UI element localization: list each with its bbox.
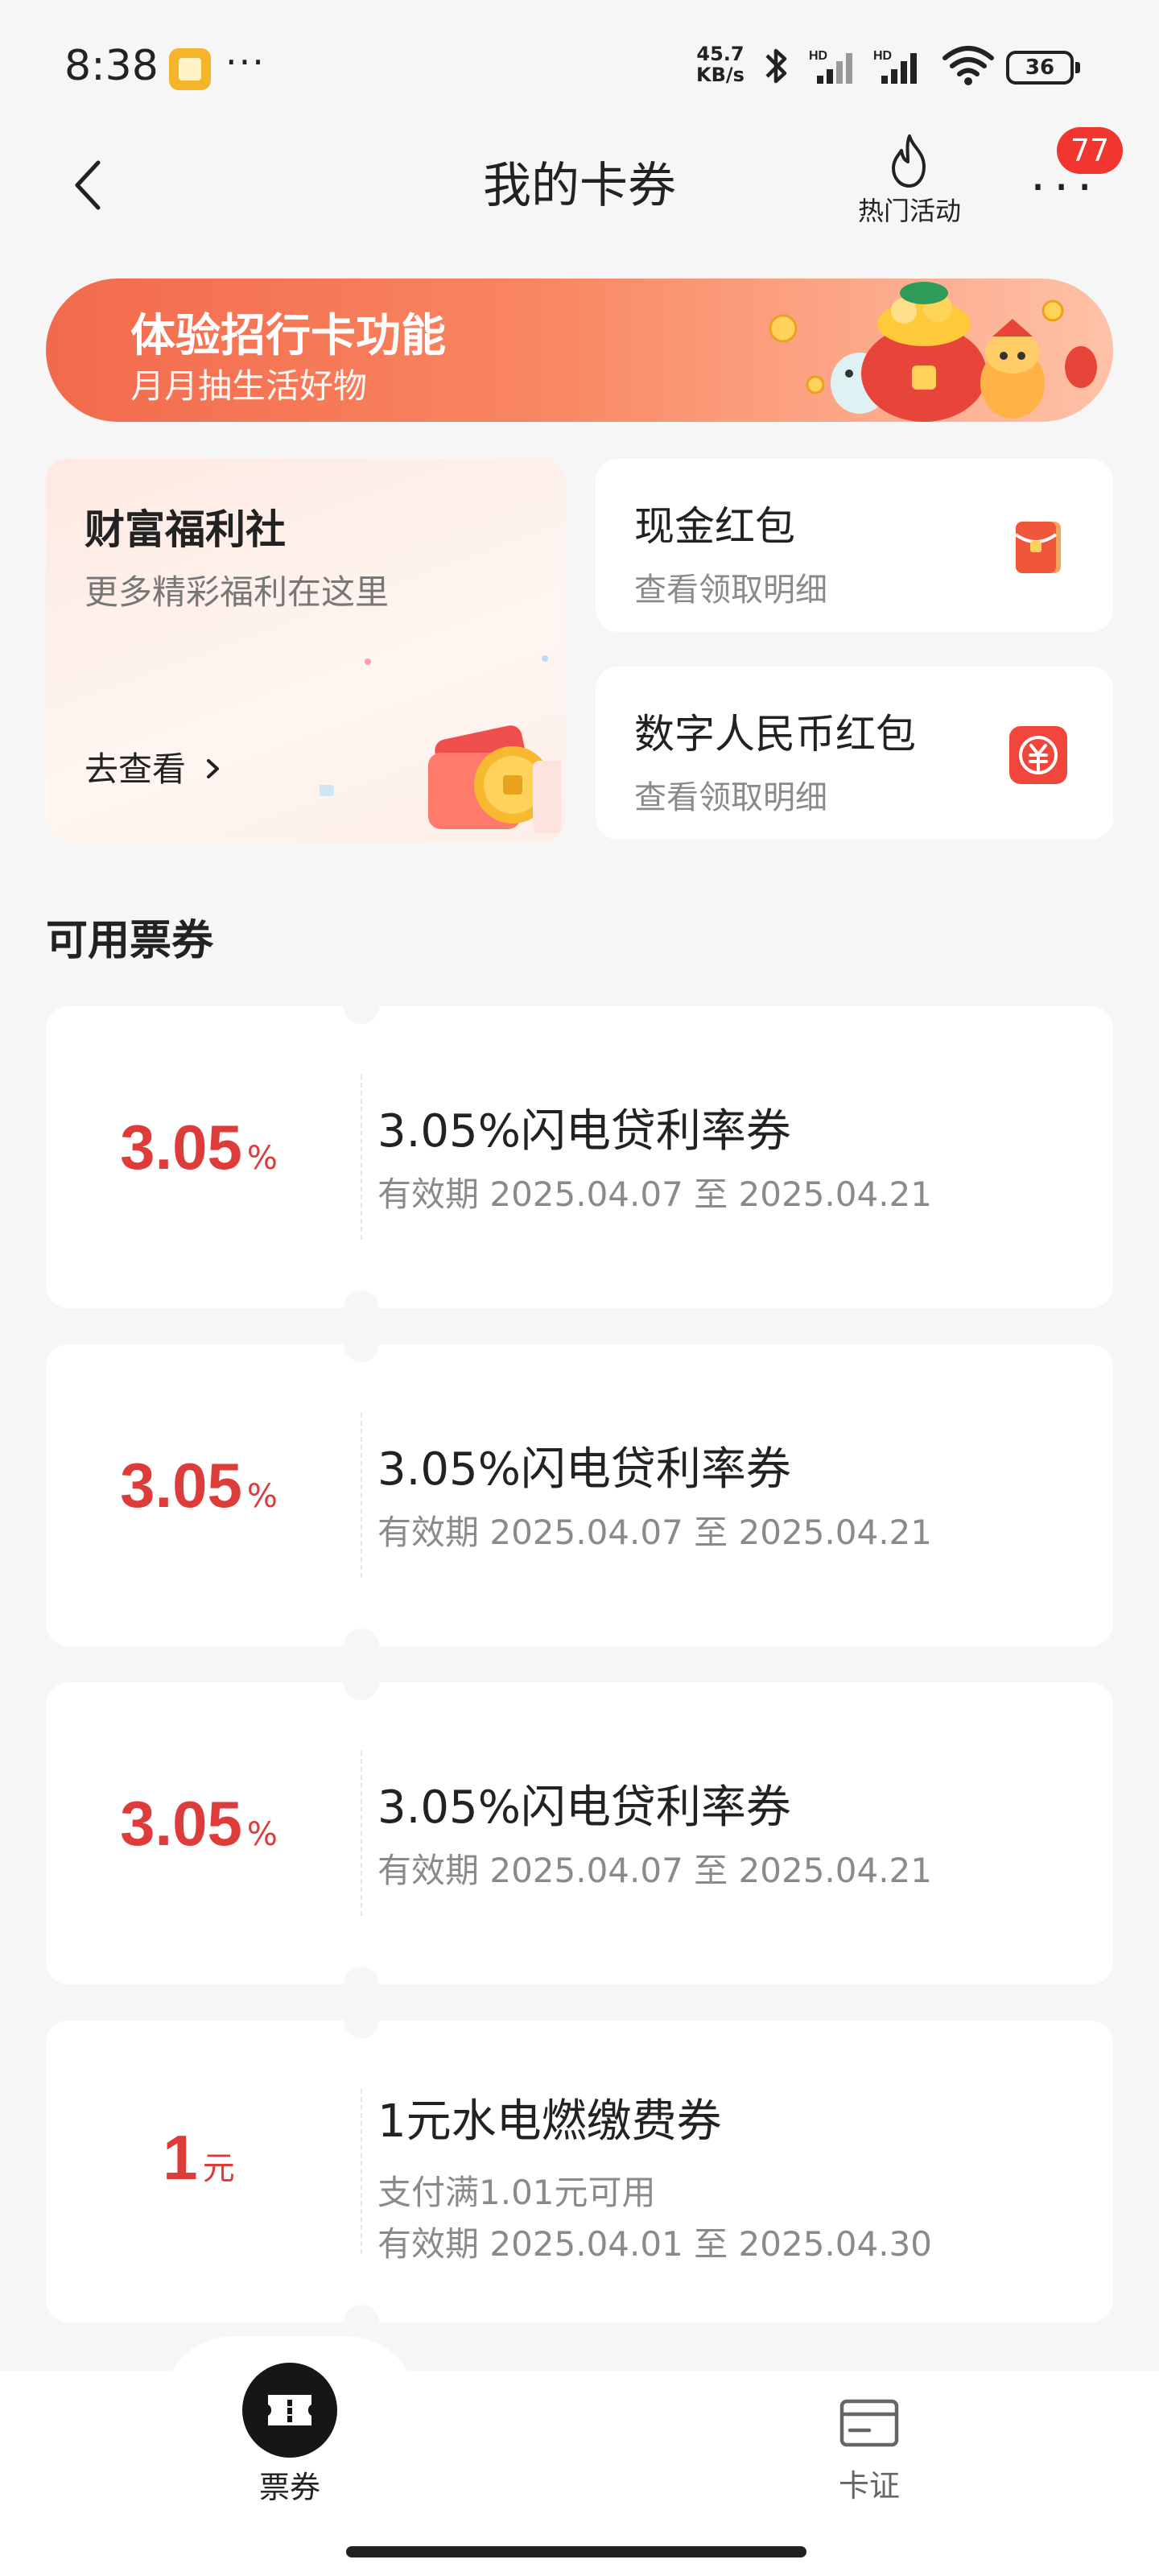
coupon-validity: 有效期 2025.04.01 至 2025.04.30 <box>377 2224 933 2264</box>
digital-rmb-red-packet-subtitle: 查看领取明细 <box>634 779 827 816</box>
nav-tab-cards[interactable]: 卡证 <box>805 2395 934 2505</box>
gallery-app-icon <box>169 48 211 90</box>
bluetooth-icon <box>765 48 787 84</box>
home-indicator[interactable] <box>346 2546 806 2557</box>
coupon-notch <box>344 1665 379 1700</box>
coupon-amount: 3.05% <box>46 1449 352 1522</box>
coupon-validity: 有效期 2025.04.07 至 2025.04.21 <box>377 1513 933 1552</box>
signal-hd-icon: HD <box>809 49 852 84</box>
coupon-notch <box>344 1327 379 1362</box>
status-time: 8:38 <box>64 42 159 90</box>
coupon-amount-value: 3.05 <box>120 1112 242 1183</box>
coupon-notch <box>344 1629 379 1664</box>
svg-text:HD: HD <box>873 49 892 63</box>
coupon-divider <box>361 1413 362 1578</box>
coupon-notch <box>344 1290 379 1326</box>
coupon-amount-unit: 元 <box>202 2150 235 2187</box>
coupon-notch <box>344 989 379 1024</box>
net-speed: 45.7 KB/s <box>692 43 749 85</box>
red-packet-icon <box>1014 522 1061 573</box>
more-dots-icon: ··· <box>1030 159 1101 216</box>
coupon-amount: 1元 <box>46 2121 352 2194</box>
hot-activity-label: 热门活动 <box>857 196 961 226</box>
coupon-validity: 有效期 2025.04.07 至 2025.04.21 <box>377 1174 933 1214</box>
coupon-title: 1元水电燃缴费券 <box>377 2095 722 2148</box>
view-more-link[interactable]: 去查看 <box>85 742 222 791</box>
hot-activity-button[interactable]: 热门活动 <box>841 133 978 229</box>
coupon-amount-unit: % <box>246 1140 278 1177</box>
wealth-card-title: 财富福利社 <box>85 506 286 553</box>
coupon-title: 3.05%闪电贷利率券 <box>377 1105 791 1158</box>
fire-icon <box>892 134 926 188</box>
net-speed-unit: KB/s <box>696 64 744 86</box>
cash-red-packet-subtitle: 查看领取明细 <box>634 572 827 609</box>
cash-red-packet-title: 现金红包 <box>634 503 795 550</box>
coupon-title: 3.05%闪电贷利率券 <box>377 1781 791 1834</box>
nav-cards-label: 卡证 <box>838 2468 900 2504</box>
status-more-icon: ··· <box>225 40 266 84</box>
status-bar: 8:38 ··· 45.7 KB/s HD HD 36 <box>0 0 1159 133</box>
svg-text:HD: HD <box>809 49 827 63</box>
ticket-icon <box>268 2395 311 2425</box>
digital-rmb-red-packet-card[interactable]: 数字人民币红包 查看领取明细 <box>596 667 1113 840</box>
banner-title: 体验招行卡功能 <box>130 310 446 362</box>
coupon-validity: 有效期 2025.04.07 至 2025.04.21 <box>377 1851 933 1890</box>
coupon-card[interactable]: 3.05% 3.05%闪电贷利率券 有效期 2025.04.07 至 2025.… <box>46 1665 1113 2002</box>
coupon-card[interactable]: 3.05% 3.05%闪电贷利率券 有效期 2025.04.07 至 2025.… <box>46 989 1113 1326</box>
available-coupons-heading: 可用票券 <box>46 917 214 965</box>
coupon-amount-unit: % <box>246 1478 278 1515</box>
nav-tickets-label: 票券 <box>258 2470 320 2505</box>
page-title: 我的卡券 <box>483 158 676 214</box>
chevron-right-icon <box>207 759 220 778</box>
coin-wallet-illustration <box>320 655 561 833</box>
banner-subtitle: 月月抽生活好物 <box>130 366 368 406</box>
coupon-divider <box>361 1075 362 1240</box>
snake-treasure-illustration <box>769 282 1097 422</box>
coupon-amount-value: 3.05 <box>120 1450 242 1521</box>
wifi-icon <box>942 46 994 85</box>
coupon-condition: 支付满1.01元可用 <box>377 2173 656 2212</box>
coupon-card[interactable]: 3.05% 3.05%闪电贷利率券 有效期 2025.04.07 至 2025.… <box>46 1327 1113 1664</box>
promo-banner[interactable]: 体验招行卡功能 月月抽生活好物 <box>46 279 1113 422</box>
coupon-notch <box>344 2003 379 2038</box>
coupon-divider <box>361 2089 362 2254</box>
coupon-notch <box>344 2305 379 2340</box>
notification-badge: 77 <box>1057 127 1123 174</box>
coupon-amount: 3.05% <box>46 1787 352 1860</box>
ticket-icon-circle <box>242 2363 337 2458</box>
digital-rmb-red-packet-title: 数字人民币红包 <box>634 711 916 758</box>
nav-tab-tickets[interactable]: 票券 <box>227 2363 353 2507</box>
coupon-card[interactable]: 1元 1元水电燃缴费券 支付满1.01元可用 有效期 2025.04.01 至 … <box>46 2003 1113 2340</box>
wealth-welfare-card[interactable]: 财富福利社 更多精彩福利在这里 去查看 <box>46 459 565 841</box>
digital-rmb-icon <box>1009 726 1067 784</box>
bottom-navigation <box>0 2371 1159 2576</box>
coupon-notch <box>344 1967 379 2002</box>
top-navigation-bar: 我的卡券 热门活动 ··· 77 <box>0 127 1159 237</box>
coupon-title: 3.05%闪电贷利率券 <box>377 1443 791 1496</box>
coupon-amount-unit: % <box>246 1816 278 1853</box>
cash-red-packet-card[interactable]: 现金红包 查看领取明细 <box>596 459 1113 632</box>
card-icon <box>839 2399 899 2447</box>
signal-hd-icon: HD <box>873 49 917 84</box>
coupon-amount-value: 3.05 <box>120 1788 242 1859</box>
coupon-divider <box>361 1751 362 1916</box>
battery-icon: 36 <box>1006 51 1080 85</box>
coupon-amount-value: 1 <box>163 2122 198 2193</box>
wealth-card-subtitle: 更多精彩福利在这里 <box>85 572 390 612</box>
net-speed-value: 45.7 <box>696 43 744 65</box>
coupon-amount: 3.05% <box>46 1111 352 1184</box>
view-more-label: 去查看 <box>85 749 187 789</box>
